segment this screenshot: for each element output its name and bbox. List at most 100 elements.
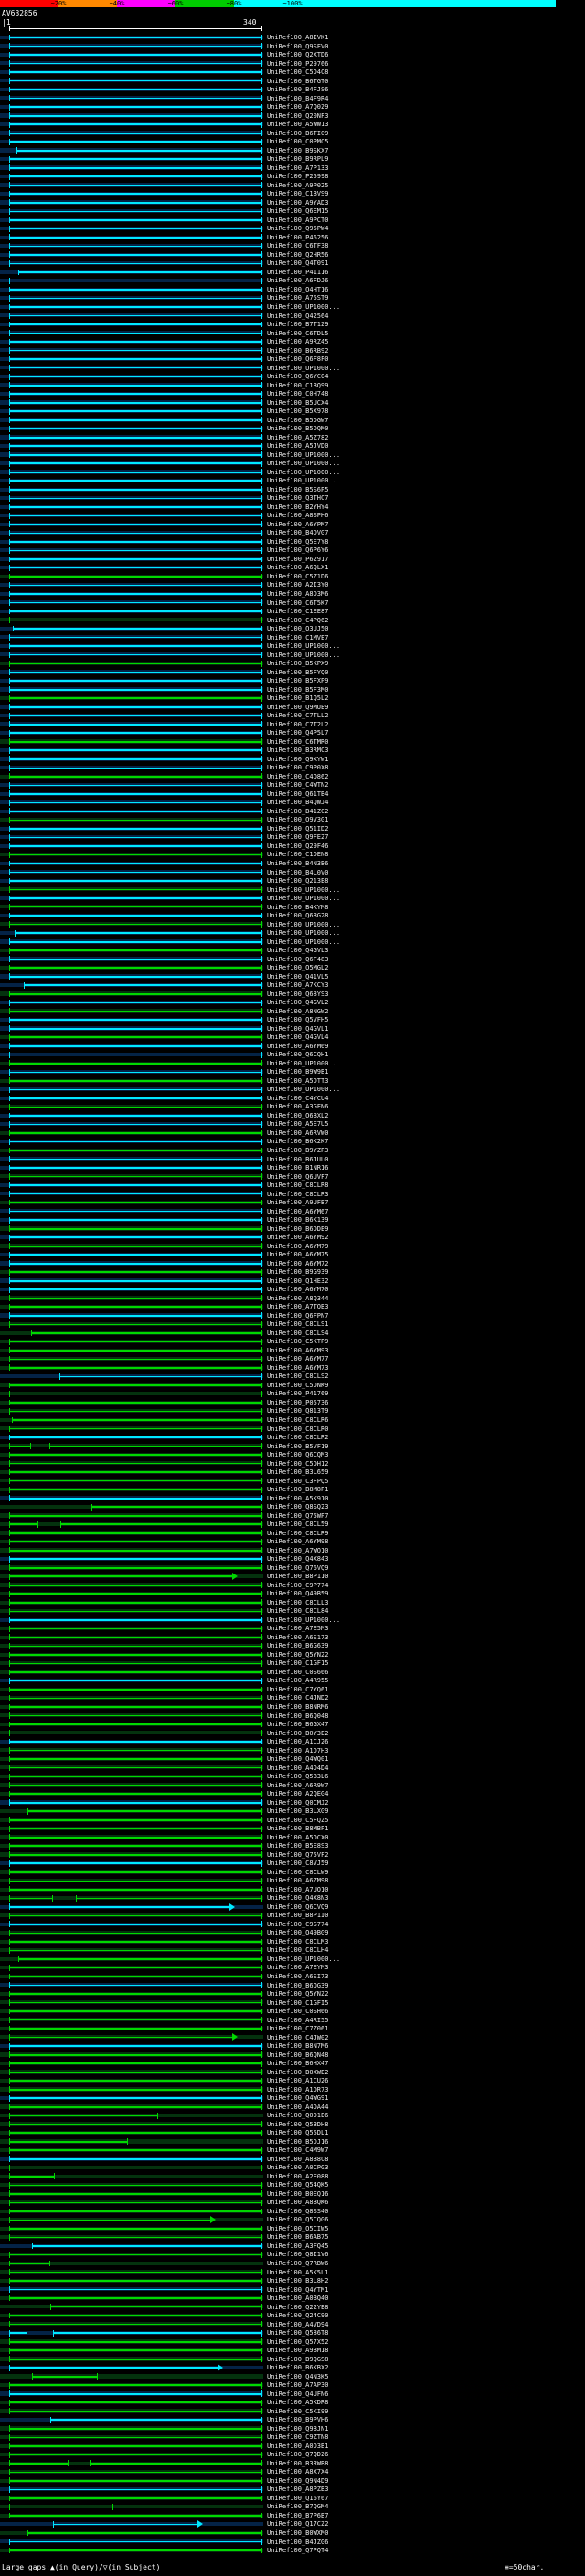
hit-row[interactable]: UniRef100_A5KDR8 (0, 2398, 585, 2407)
hit-row[interactable]: UniRef100_Q7RBW6 (0, 2259, 585, 2268)
hit-row[interactable]: UniRef100_Q813T9 (0, 1406, 585, 1415)
hit-row[interactable]: UniRef100_B6HX47 (0, 2059, 585, 2068)
hit-label[interactable]: UniRef100_Q7PQT4 (267, 2547, 328, 2554)
hit-label[interactable]: UniRef100_Q9N4D9 (267, 2477, 328, 2485)
hit-label[interactable]: UniRef100_B8P1I0 (267, 1912, 328, 1919)
hit-label[interactable]: UniRef100_C0SH66 (267, 2008, 328, 2015)
hit-row[interactable]: UniRef100_A6R9W7 (0, 1781, 585, 1790)
hit-label[interactable]: UniRef100_B3LXG9 (267, 1807, 328, 1815)
hit-row[interactable]: UniRef100_Q7PQT4 (0, 2546, 585, 2555)
hit-row[interactable]: UniRef100_A9P025 (0, 181, 585, 190)
hit-row[interactable]: UniRef100_Q213E8 (0, 876, 585, 885)
hit-label[interactable]: UniRef100_Q4P5L7 (267, 729, 328, 737)
hit-row[interactable]: UniRef100_B4F9R4 (0, 94, 585, 103)
hit-row[interactable]: UniRef100_C8CLR8 (0, 1181, 585, 1190)
hit-row[interactable]: UniRef100_Q9MUE9 (0, 703, 585, 712)
hit-row[interactable]: UniRef100_A6YPM7 (0, 520, 585, 529)
hit-label[interactable]: UniRef100_A8D3M6 (267, 590, 328, 598)
hit-row[interactable]: UniRef100_A7TQB3 (0, 1302, 585, 1311)
hit-row[interactable]: UniRef100_C8CLW9 (0, 1868, 585, 1877)
hit-row[interactable]: UniRef100_Q4X843 (0, 1554, 585, 1564)
hit-label[interactable]: UniRef100_UP1000... (267, 365, 340, 372)
hit-label[interactable]: UniRef100_Q1HE32 (267, 1277, 328, 1285)
hit-label[interactable]: UniRef100_B8P110 (267, 1573, 328, 1580)
hit-row[interactable]: UniRef100_A6RVW0 (0, 1129, 585, 1138)
hit-row[interactable]: UniRef100_B5FXP9 (0, 676, 585, 685)
hit-row[interactable]: UniRef100_C6TF38 (0, 241, 585, 250)
hit-label[interactable]: UniRef100_A1DR73 (267, 2086, 328, 2094)
hit-row[interactable]: UniRef100_Q5E7Y8 (0, 537, 585, 546)
hit-label[interactable]: UniRef100_C8CLR3 (267, 1191, 328, 1198)
hit-label[interactable]: UniRef100_B6TI09 (267, 130, 328, 137)
hit-label[interactable]: UniRef100_A5WW13 (267, 121, 328, 128)
hit-row[interactable]: UniRef100_C8CL84 (0, 1606, 585, 1616)
hit-label[interactable]: UniRef100_B5FXP9 (267, 677, 328, 684)
hit-row[interactable]: UniRef100_B6QG39 (0, 1981, 585, 1990)
hit-row[interactable]: UniRef100_B0WXM0 (0, 2528, 585, 2538)
hit-label[interactable]: UniRef100_Q3THC7 (267, 494, 328, 502)
hit-label[interactable]: UniRef100_A9P025 (267, 182, 328, 189)
hit-label[interactable]: UniRef100_B41ZC2 (267, 808, 328, 815)
hit-row[interactable]: UniRef100_B6G639 (0, 1641, 585, 1650)
hit-row[interactable]: UniRef100_C4PQ62 (0, 616, 585, 625)
hit-label[interactable]: UniRef100_A8IVK1 (267, 34, 328, 41)
hit-label[interactable]: UniRef100_B6AB75 (267, 2233, 328, 2241)
hit-label[interactable]: UniRef100_Q0CMJ2 (267, 1799, 328, 1807)
hit-row[interactable]: UniRef100_B5DJ16 (0, 2137, 585, 2147)
hit-label[interactable]: UniRef100_Q6BG28 (267, 912, 328, 919)
hit-label[interactable]: UniRef100_C0PMC5 (267, 138, 328, 145)
hit-label[interactable]: UniRef100_Q5BDH8 (267, 2121, 328, 2128)
hit-label[interactable]: UniRef100_A5DCX0 (267, 1834, 328, 1841)
hit-label[interactable]: UniRef100_Q4GVL2 (267, 999, 328, 1006)
hit-row[interactable]: UniRef100_B8N7M6 (0, 2041, 585, 2051)
hit-row[interactable]: UniRef100_A7EYM3 (0, 1963, 585, 1972)
hit-row[interactable]: UniRef100_B9W9B1 (0, 1067, 585, 1076)
hit-row[interactable]: UniRef100_A6YM92 (0, 1233, 585, 1242)
hit-label[interactable]: UniRef100_P29766 (267, 60, 328, 68)
hit-row[interactable]: UniRef100_Q41VL5 (0, 972, 585, 981)
hit-row[interactable]: UniRef100_B1Q5L2 (0, 694, 585, 703)
hit-label[interactable]: UniRef100_Q49BG9 (267, 1929, 328, 1936)
hit-row[interactable]: UniRef100_B4L0V0 (0, 868, 585, 877)
hit-label[interactable]: UniRef100_Q586T8 (267, 2329, 328, 2337)
hit-label[interactable]: UniRef100_Q5YN22 (267, 1651, 328, 1659)
hit-label[interactable]: UniRef100_B5FYQ0 (267, 669, 328, 676)
hit-label[interactable]: UniRef100_C0H748 (267, 390, 328, 398)
hit-label[interactable]: UniRef100_A8BQK6 (267, 2199, 328, 2206)
hit-row[interactable]: UniRef100_Q51ID2 (0, 824, 585, 833)
hit-row[interactable]: UniRef100_C7Z061 (0, 2024, 585, 2033)
hit-label[interactable]: UniRef100_A6YM67 (267, 1208, 328, 1215)
hit-row[interactable]: UniRef100_C7T2L2 (0, 720, 585, 729)
hit-row[interactable]: UniRef100_A3FQ45 (0, 2242, 585, 2251)
hit-label[interactable]: UniRef100_C8CLR6 (267, 1416, 328, 1424)
hit-row[interactable]: UniRef100_C9P0X8 (0, 763, 585, 772)
hit-row[interactable]: UniRef100_Q8SQ23 (0, 1502, 585, 1511)
hit-label[interactable]: UniRef100_B0EQ16 (267, 2190, 328, 2198)
hit-label[interactable]: UniRef100_Q68YS3 (267, 991, 328, 998)
hit-label[interactable]: UniRef100_Q5B3L6 (267, 1773, 328, 1780)
hit-label[interactable]: UniRef100_B9SKX7 (267, 147, 328, 154)
hit-row[interactable]: UniRef100_A2QEG4 (0, 1789, 585, 1798)
hit-label[interactable]: UniRef100_Q6F483 (267, 956, 328, 963)
hit-label[interactable]: UniRef100_B1NR16 (267, 1164, 328, 1171)
hit-label[interactable]: UniRef100_A7Q0Z9 (267, 103, 328, 111)
hit-row[interactable]: UniRef100_A5DCX0 (0, 1833, 585, 1842)
hit-label[interactable]: UniRef100_C8CLR9 (267, 1530, 328, 1537)
hit-row[interactable]: UniRef100_Q6F8F0 (0, 355, 585, 364)
hit-row[interactable]: UniRef100_UP1000... (0, 1616, 585, 1625)
hit-row[interactable]: UniRef100_Q0CMJ2 (0, 1798, 585, 1807)
hit-label[interactable]: UniRef100_A5DTT3 (267, 1077, 328, 1085)
hit-row[interactable]: UniRef100_A9RZ45 (0, 337, 585, 346)
hit-row[interactable]: UniRef100_C1GF15 (0, 1659, 585, 1668)
hit-row[interactable]: UniRef100_B41ZC2 (0, 807, 585, 816)
hit-label[interactable]: UniRef100_B3L659 (267, 1468, 328, 1476)
hit-row[interactable]: UniRef100_Q8I1V6 (0, 2250, 585, 2259)
hit-row[interactable]: UniRef100_A6YM77 (0, 1354, 585, 1363)
hit-label[interactable]: UniRef100_A9PCT0 (267, 217, 328, 224)
hit-row[interactable]: UniRef100_Q4N3K5 (0, 2372, 585, 2381)
hit-row[interactable]: UniRef100_A8NGW2 (0, 1007, 585, 1016)
hit-row[interactable]: UniRef100_C9ZTN8 (0, 2433, 585, 2442)
hit-row[interactable]: UniRef100_B6TI09 (0, 129, 585, 138)
hit-label[interactable]: UniRef100_Q49B59 (267, 1590, 328, 1597)
hit-row[interactable]: UniRef100_B5FYQ0 (0, 668, 585, 677)
